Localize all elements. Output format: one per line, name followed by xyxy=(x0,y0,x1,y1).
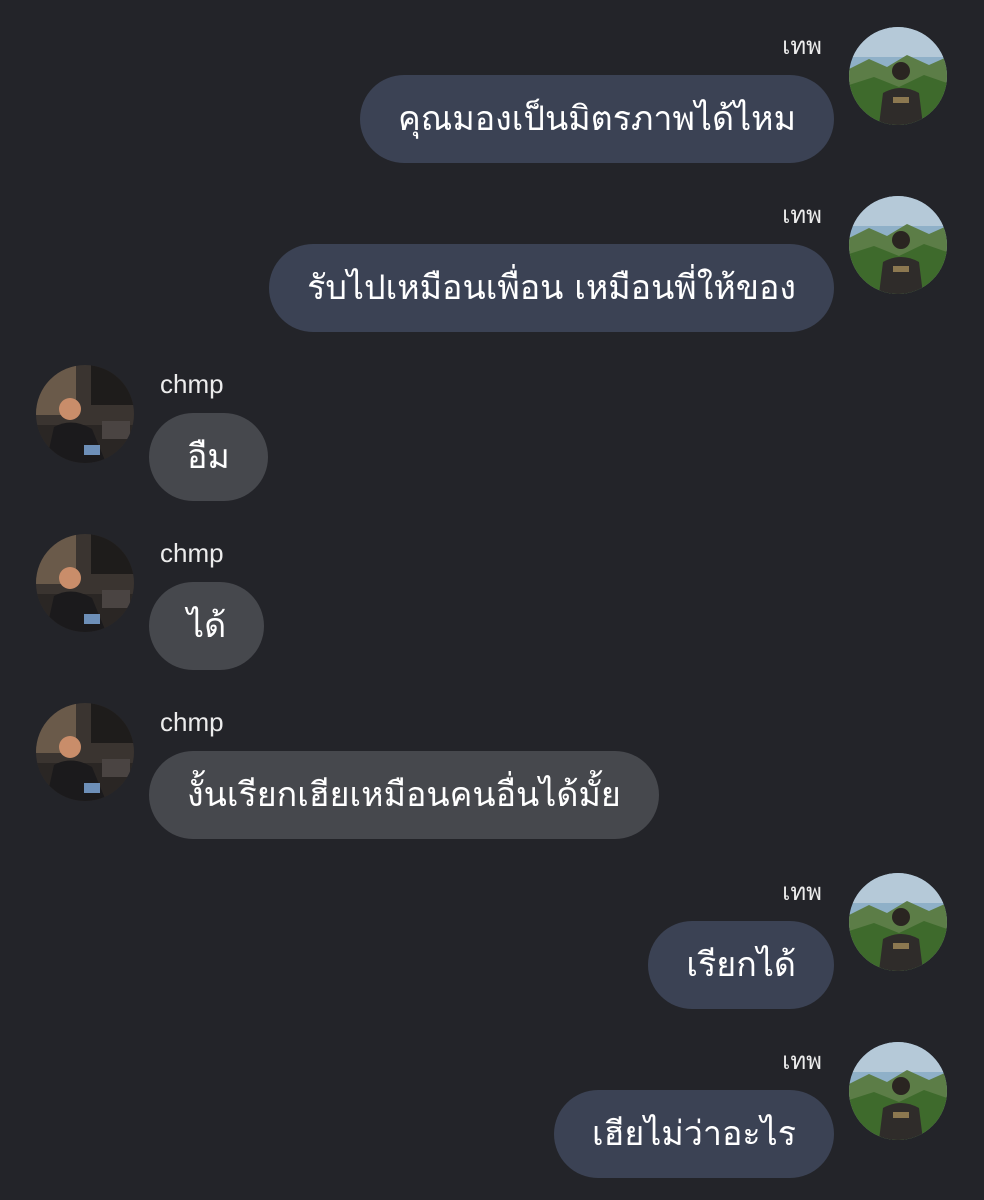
indoor-photo-icon xyxy=(36,534,134,632)
message-incoming: chmp อืม xyxy=(0,365,984,501)
message-outgoing: เทพ รับไปเหมือนเพื่อน เหมือนพี่ให้ของ xyxy=(0,196,984,332)
message-bubble[interactable]: คุณมองเป็นมิตรภาพได้ไหม xyxy=(360,75,834,163)
landscape-photo-icon xyxy=(849,27,947,125)
indoor-photo-icon xyxy=(36,703,134,801)
message-bubble[interactable]: ได้ xyxy=(149,582,265,670)
message-outgoing: เทพ เรียกได้ xyxy=(0,873,984,1009)
avatar-landscape-photo[interactable] xyxy=(849,27,947,125)
message-outgoing: เทพ เฮียไม่ว่าอะไร xyxy=(0,1042,984,1178)
sender-name: เทพ xyxy=(782,201,822,229)
message-incoming: chmp ได้ xyxy=(0,534,984,670)
landscape-photo-icon xyxy=(849,1042,947,1140)
message-incoming: chmp งั้นเรียกเฮียเหมือนคนอื่นได้มั้ย xyxy=(0,703,984,839)
sender-name: chmp xyxy=(160,707,224,737)
sender-name: chmp xyxy=(160,538,224,568)
message-bubble[interactable]: เฮียไม่ว่าอะไร xyxy=(553,1090,834,1178)
sender-name: chmp xyxy=(160,369,224,399)
avatar-landscape-photo[interactable] xyxy=(849,196,947,294)
sender-name: เทพ xyxy=(782,878,822,906)
avatar-landscape-photo[interactable] xyxy=(849,1042,947,1140)
sender-name: เทพ xyxy=(782,32,822,60)
message-bubble[interactable]: รับไปเหมือนเพื่อน เหมือนพี่ให้ของ xyxy=(269,244,834,332)
message-outgoing: เทพ คุณมองเป็นมิตรภาพได้ไหม xyxy=(0,27,984,163)
avatar-indoor-photo[interactable] xyxy=(36,534,134,632)
message-bubble[interactable]: เรียกได้ xyxy=(648,921,834,1009)
chat-thread: เทพ คุณมองเป็นมิตรภาพได้ไหม เทพ รับไปเหม… xyxy=(0,0,984,1200)
avatar-indoor-photo[interactable] xyxy=(36,703,134,801)
avatar-landscape-photo[interactable] xyxy=(849,873,947,971)
landscape-photo-icon xyxy=(849,196,947,294)
landscape-photo-icon xyxy=(849,873,947,971)
message-bubble[interactable]: อืม xyxy=(149,413,268,501)
sender-name: เทพ xyxy=(782,1047,822,1075)
indoor-photo-icon xyxy=(36,365,134,463)
message-bubble[interactable]: งั้นเรียกเฮียเหมือนคนอื่นได้มั้ย xyxy=(149,751,659,839)
avatar-indoor-photo[interactable] xyxy=(36,365,134,463)
